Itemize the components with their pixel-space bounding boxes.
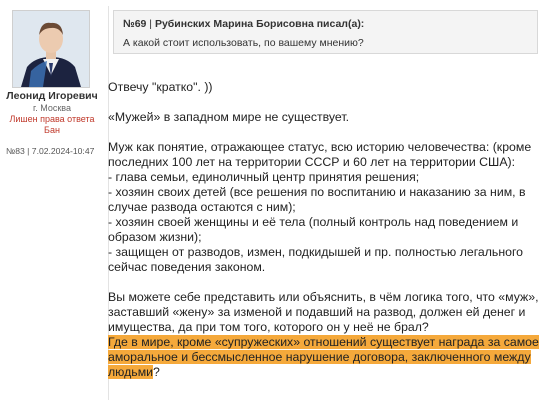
body-line: случае развода остаются с ним); [108,200,296,214]
highlight-text: аморальное и бессмысленное нарушение дог… [108,350,531,364]
question-mark: ? [153,365,160,379]
highlight-text: людьми [108,365,154,379]
author-sidebar: Леонид Игоревич г. Москва Лишен права от… [0,0,104,400]
highlighted-line: людьми? [108,365,548,380]
highlighted-line: аморальное и бессмысленное нарушение дог… [108,350,548,365]
body-line: - хозяин своей женщины и её тела (полный… [108,215,519,229]
body-line: Отвечу "кратко". )) [108,80,213,94]
author-status: Лишен права ответа [9,114,95,124]
body-line: последних 100 лет на территории СССР и 6… [108,155,516,169]
body-line: Муж как понятие, отражающее статус, всю … [108,140,532,154]
highlight-text: Где в мире, кроме «супружеских» отношени… [108,335,539,349]
quote-block: №69 | Рубинских Марина Борисовна писал(а… [113,10,538,54]
body-line: имущества, да при том того, которого он … [108,320,429,334]
highlighted-line: Где в мире, кроме «супружеских» отношени… [108,335,548,350]
post-body: Отвечу "кратко". )) «Мужей» в западном м… [108,80,548,380]
quote-separator: | [146,18,155,30]
forum-post: Леонид Игоревич г. Москва Лишен права от… [0,0,552,400]
quote-header: №69 | Рубинских Марина Борисовна писал(а… [123,18,364,30]
author-name[interactable]: Леонид Игоревич [0,90,104,102]
body-line: - глава семьи, единоличный центр приняти… [108,170,420,184]
body-line: Вы можете себе представить или объяснить… [108,290,539,304]
body-line: заставший «жену» за изменой и подавший н… [108,305,526,319]
post-number-date[interactable]: №83 | 7.02.2024-10:47 [6,146,110,156]
quote-text: А какой стоит использовать, по вашему мн… [123,37,364,49]
quote-post-number[interactable]: №69 [123,18,146,30]
quote-author: Рубинских Марина Борисовна писал(а): [154,18,365,30]
author-avatar[interactable] [12,10,90,88]
author-city: г. Москва [33,103,71,113]
body-line: «Мужей» в западном мире не существует. [108,110,350,124]
body-line: образом жизни); [108,230,202,244]
body-line: - хозяин своих детей (все решения по вос… [108,185,526,199]
body-line: сейчас поведения законом. [108,260,266,274]
body-line: - защищен от разводов, измен, подкидышей… [108,245,524,259]
author-ban-badge: Бан [44,125,60,135]
avatar-photo-icon [13,11,89,87]
